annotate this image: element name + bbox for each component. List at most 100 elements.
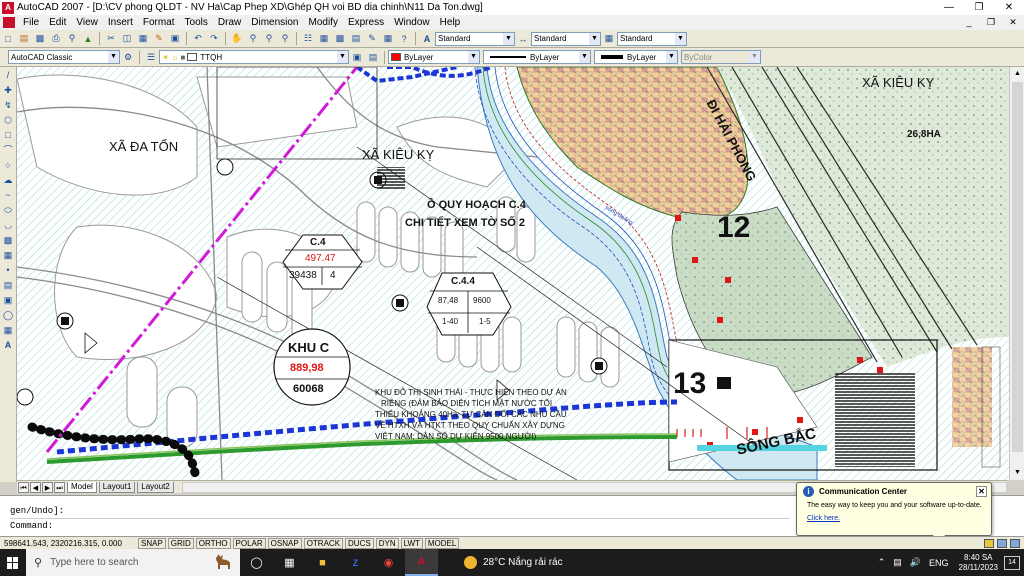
first-tab-icon[interactable]: ⏮ bbox=[18, 481, 29, 493]
gradient-icon[interactable]: ▣ bbox=[2, 294, 15, 307]
ducs-toggle[interactable]: DUCS bbox=[345, 537, 374, 549]
menu-draw[interactable]: Draw bbox=[213, 15, 246, 30]
osnap-toggle[interactable]: OSNAP bbox=[267, 537, 302, 549]
doc-restore-button[interactable]: ❐ bbox=[980, 17, 1002, 28]
make-object-layer-current-icon[interactable]: ▣ bbox=[350, 51, 364, 64]
help-icon[interactable]: ? bbox=[397, 32, 411, 45]
ellipse-icon[interactable]: ⬭ bbox=[2, 204, 15, 217]
layer-select[interactable]: ☀ ☼ ■ TTQH ▼ bbox=[159, 50, 349, 64]
menu-file[interactable]: File bbox=[18, 15, 44, 30]
paste-icon[interactable]: ▦ bbox=[136, 32, 150, 45]
task-view-icon[interactable]: ◯ bbox=[240, 549, 273, 576]
point-icon[interactable]: • bbox=[2, 264, 15, 277]
widgets-icon[interactable]: ▦ bbox=[273, 549, 306, 576]
menu-tools[interactable]: Tools bbox=[180, 15, 213, 30]
pan-icon[interactable]: ✋ bbox=[230, 32, 244, 45]
volume-icon[interactable]: 🔊 bbox=[910, 557, 921, 568]
table-style-select[interactable]: Standard ▼ bbox=[617, 31, 687, 46]
layer-manager-icon[interactable]: ☰ bbox=[144, 51, 158, 64]
polygon-icon[interactable]: ⬡ bbox=[2, 114, 15, 127]
workspace-settings-icon[interactable]: ⚙ bbox=[121, 51, 135, 64]
print-icon[interactable]: ⎙ bbox=[49, 32, 63, 45]
chrome-icon[interactable]: ◉ bbox=[372, 549, 405, 576]
tab-layout1[interactable]: Layout1 bbox=[98, 481, 136, 493]
zoom-window-icon[interactable]: ⚲ bbox=[262, 32, 276, 45]
taskbar-search[interactable]: ⚲ Type here to search bbox=[26, 549, 240, 576]
markup-icon[interactable]: ✎ bbox=[365, 32, 379, 45]
rectangle-icon[interactable]: □ bbox=[2, 129, 15, 142]
close-icon[interactable]: ✕ bbox=[976, 486, 987, 497]
menu-view[interactable]: View bbox=[71, 15, 103, 30]
make-block-icon[interactable]: ▦ bbox=[2, 249, 15, 262]
lock-icon[interactable] bbox=[984, 538, 994, 548]
undo-icon[interactable]: ↶ bbox=[191, 32, 205, 45]
autocad-taskbar-icon[interactable]: A bbox=[405, 549, 438, 576]
dim-style-icon[interactable]: ↔ bbox=[516, 32, 530, 45]
weather-widget[interactable]: 28°C Nắng rải rác bbox=[464, 556, 563, 569]
workspace-select[interactable]: AutoCAD Classic ▼ bbox=[8, 50, 120, 64]
arc-icon[interactable]: ⌒ bbox=[2, 144, 15, 157]
match-properties-icon[interactable]: ✎ bbox=[152, 32, 166, 45]
calculator-icon[interactable]: ▦ bbox=[381, 32, 395, 45]
region-icon[interactable]: ◯ bbox=[2, 309, 15, 322]
otrack-toggle[interactable]: OTRACK bbox=[303, 537, 344, 549]
comm-link[interactable]: Click here. bbox=[807, 515, 840, 522]
table-icon[interactable]: ▦ bbox=[2, 324, 15, 337]
ellipse-arc-icon[interactable]: ◡ bbox=[2, 219, 15, 232]
text-style-icon[interactable]: A bbox=[420, 32, 434, 45]
hatch-icon[interactable]: ▤ bbox=[2, 279, 15, 292]
linetype-select[interactable]: ByLayer ▼ bbox=[483, 50, 591, 64]
construction-line-icon[interactable]: ✚ bbox=[2, 84, 15, 97]
vertical-scrollbar[interactable]: ▲ ▼ bbox=[1009, 67, 1024, 480]
spline-icon[interactable]: ~ bbox=[2, 189, 15, 202]
menu-format[interactable]: Format bbox=[138, 15, 180, 30]
redo-icon[interactable]: ↷ bbox=[207, 32, 221, 45]
design-center-icon[interactable]: ▦ bbox=[317, 32, 331, 45]
last-tab-icon[interactable]: ⏭ bbox=[54, 481, 65, 493]
polyline-icon[interactable]: ↯ bbox=[2, 99, 15, 112]
start-button[interactable] bbox=[0, 549, 26, 576]
ortho-toggle[interactable]: ORTHO bbox=[195, 537, 231, 549]
grid-toggle[interactable]: GRID bbox=[167, 537, 194, 549]
layer-previous-icon[interactable]: ▤ bbox=[366, 51, 380, 64]
scroll-down-icon[interactable]: ▼ bbox=[1010, 466, 1024, 480]
lwt-toggle[interactable]: LWT bbox=[400, 537, 423, 549]
cut-icon[interactable]: ✂ bbox=[104, 32, 118, 45]
model-toggle[interactable]: MODEL bbox=[424, 537, 460, 549]
menu-dimension[interactable]: Dimension bbox=[246, 15, 303, 30]
scroll-thumb[interactable] bbox=[1012, 82, 1023, 452]
sheet-set-icon[interactable]: ▤ bbox=[349, 32, 363, 45]
notification-badge[interactable]: 14 bbox=[1004, 555, 1020, 570]
multiline-text-icon[interactable]: A bbox=[2, 339, 15, 352]
block-editor-icon[interactable]: ▣ bbox=[168, 32, 182, 45]
menu-express[interactable]: Express bbox=[343, 15, 389, 30]
dyn-toggle[interactable]: DYN bbox=[375, 537, 399, 549]
comm-center-icon[interactable] bbox=[997, 538, 1007, 548]
menu-edit[interactable]: Edit bbox=[44, 15, 71, 30]
open-icon[interactable]: ▤ bbox=[17, 32, 31, 45]
color-select[interactable]: ByLayer ▼ bbox=[388, 50, 480, 64]
tab-layout2[interactable]: Layout2 bbox=[137, 481, 174, 493]
clock[interactable]: 8:40 SA 28/11/2023 bbox=[959, 553, 998, 573]
chevron-up-icon[interactable]: ⌃ bbox=[878, 557, 886, 568]
scroll-up-icon[interactable]: ▲ bbox=[1010, 67, 1024, 81]
menu-insert[interactable]: Insert bbox=[103, 15, 138, 30]
doc-close-button[interactable]: ✕ bbox=[1002, 17, 1024, 28]
circle-icon[interactable]: ○ bbox=[2, 159, 15, 172]
tab-model[interactable]: Model bbox=[67, 481, 97, 493]
prev-tab-icon[interactable]: ◀ bbox=[30, 481, 41, 493]
new-icon[interactable]: □ bbox=[1, 32, 15, 45]
next-tab-icon[interactable]: ▶ bbox=[42, 481, 53, 493]
snap-toggle[interactable]: SNAP bbox=[138, 537, 166, 549]
coordinate-readout[interactable]: 598641.543, 2320216.315, 0.000 bbox=[0, 539, 136, 548]
zalo-icon[interactable]: Z bbox=[339, 549, 372, 576]
language-indicator[interactable]: ENG bbox=[929, 558, 949, 568]
publish-icon[interactable]: ▲ bbox=[81, 32, 95, 45]
plot-preview-icon[interactable]: ⚲ bbox=[65, 32, 79, 45]
text-style-select[interactable]: Standard ▼ bbox=[435, 31, 515, 46]
line-tool-icon[interactable]: / bbox=[2, 69, 15, 82]
doc-minimize-button[interactable]: _ bbox=[958, 17, 980, 28]
save-icon[interactable]: ▩ bbox=[33, 32, 47, 45]
tool-palettes-icon[interactable]: ▩ bbox=[333, 32, 347, 45]
dim-style-select[interactable]: Standard ▼ bbox=[531, 31, 601, 46]
